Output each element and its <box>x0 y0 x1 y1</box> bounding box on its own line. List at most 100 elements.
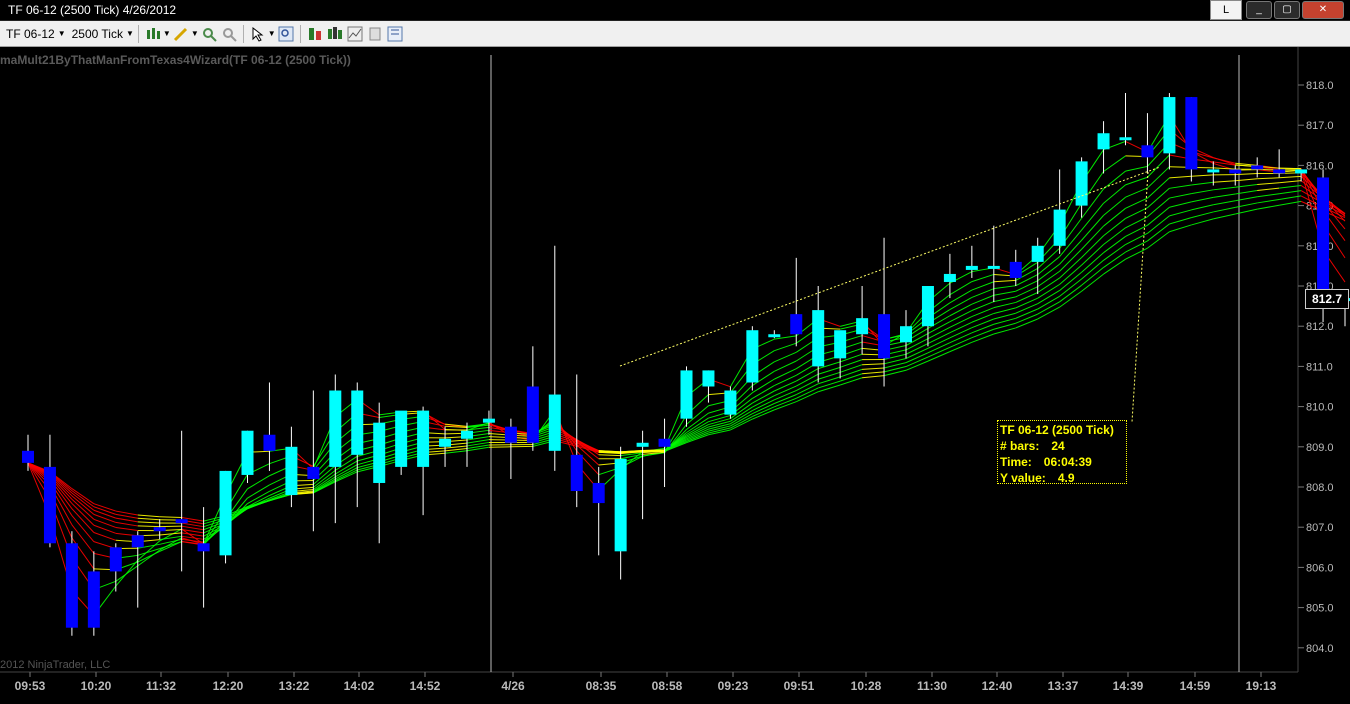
ma-ribbon-segment <box>905 347 929 359</box>
candle-body <box>526 386 539 443</box>
ma-ribbon-segment <box>774 351 797 363</box>
ma-ribbon-segment <box>115 521 138 527</box>
ma-ribbon-segment <box>115 513 138 519</box>
ma-ribbon-segment <box>1169 184 1192 189</box>
time-tick-label: 11:30 <box>917 679 947 693</box>
ma-ribbon-segment <box>949 316 973 328</box>
ma-ribbon-segment <box>949 281 973 296</box>
candle-body <box>1163 97 1176 154</box>
ma-ribbon-segment <box>971 273 994 283</box>
dropdown-arrow-icon[interactable]: ▼ <box>163 29 171 38</box>
candle-body <box>1251 165 1264 170</box>
properties-icon[interactable] <box>367 26 383 42</box>
ma-ribbon-segment <box>1213 193 1236 198</box>
ma-ribbon-segment <box>905 352 929 364</box>
price-chart[interactable]: 818.0817.0816.0815.0814.0813.0812.0811.0… <box>0 47 1350 704</box>
ma-ribbon-segment <box>949 341 973 353</box>
ma-ribbon-segment <box>598 454 621 457</box>
ma-ribbon-segment <box>181 525 204 531</box>
ma-ribbon-segment <box>642 450 665 453</box>
find-icon[interactable] <box>278 26 294 42</box>
candle-body <box>658 438 671 447</box>
ma-ribbon-segment <box>1213 186 1236 191</box>
data-box-icon[interactable] <box>307 26 323 42</box>
ma-ribbon-segment <box>1213 213 1236 220</box>
time-tick-label: 11:32 <box>146 679 176 693</box>
ma-ribbon-segment <box>1213 180 1236 183</box>
bar-type-icon[interactable] <box>145 26 161 42</box>
ma-ribbon-segment <box>159 541 182 550</box>
price-tick-label: 810.0 <box>1306 402 1334 414</box>
price-tick-label: 804.0 <box>1306 643 1334 655</box>
maximize-button[interactable]: ▢ <box>1274 1 1300 19</box>
templates-icon[interactable] <box>387 26 403 42</box>
ma-ribbon-segment <box>1103 258 1126 275</box>
candle-body <box>834 330 847 359</box>
price-tick-label: 816.0 <box>1306 160 1334 172</box>
zoom-out-icon[interactable] <box>221 26 237 42</box>
ma-ribbon-segment <box>1015 303 1038 314</box>
tooltip-time-label: Time: <box>1000 455 1032 469</box>
time-tick-label: 08:58 <box>652 679 683 693</box>
ma-ribbon-segment <box>1147 154 1170 178</box>
ma-ribbon-segment <box>1191 174 1214 177</box>
minimize-button[interactable]: _ <box>1246 1 1272 19</box>
ma-ribbon-segment <box>862 375 885 379</box>
zoom-in-icon[interactable] <box>201 26 217 42</box>
candle-body <box>1141 145 1154 158</box>
candle-body <box>1119 137 1132 141</box>
ma-ribbon-segment <box>1103 236 1126 254</box>
indicators-icon[interactable] <box>347 26 363 42</box>
ma-ribbon-segment <box>1169 224 1192 233</box>
candle-body <box>1097 133 1110 150</box>
candle-body <box>1075 161 1088 206</box>
ma-ribbon-segment <box>993 301 1016 309</box>
candle-body <box>1053 209 1066 246</box>
price-tick-label: 818.0 <box>1306 80 1334 92</box>
ma-ribbon-segment <box>1037 295 1060 310</box>
tooltip-y-label: Y value: <box>1000 471 1046 485</box>
ma-ribbon-segment <box>1037 306 1060 320</box>
strategies-icon[interactable] <box>327 26 343 42</box>
ma-ribbon-segment <box>1037 270 1060 288</box>
drawing-tool-icon[interactable] <box>173 26 189 42</box>
cursor-icon[interactable] <box>250 26 266 42</box>
dropdown-arrow-icon[interactable]: ▼ <box>191 29 199 38</box>
instrument-selector[interactable]: TF 06-12 ▼ <box>6 27 66 41</box>
copyright-text: 2012 NinjaTrader, LLC <box>0 659 111 671</box>
window-title: TF 06-12 (2500 Tick) 4/26/2012 <box>8 3 177 17</box>
toolbar-divider <box>299 24 301 43</box>
ma-ribbon-segment <box>1015 318 1038 329</box>
ma-ribbon-segment <box>1037 290 1060 305</box>
ma-ribbon-segment <box>993 290 1016 296</box>
ma-ribbon-segment <box>949 310 973 323</box>
ma-ribbon-segment <box>1257 177 1280 180</box>
dropdown-arrow-icon: ▼ <box>125 29 134 38</box>
ma-ribbon-segment <box>949 327 973 339</box>
time-tick-label: 10:20 <box>81 679 112 693</box>
ma-ribbon-segment <box>137 514 160 518</box>
tooltip-bars-label: # bars: <box>1000 439 1040 453</box>
ma-ribbon-segment <box>137 525 160 528</box>
time-tick-label: 09:23 <box>718 679 749 693</box>
candle-body <box>482 418 495 423</box>
candle-body <box>987 265 1000 269</box>
ma-ribbon-segment <box>1169 193 1192 199</box>
dropdown-arrow-icon[interactable]: ▼ <box>268 29 276 38</box>
candle-body <box>900 326 912 343</box>
interval-selector[interactable]: 2500 Tick ▼ <box>72 27 134 41</box>
link-button[interactable]: L <box>1210 0 1242 20</box>
ma-ribbon-segment <box>905 356 929 367</box>
price-tick-label: 807.0 <box>1306 522 1334 534</box>
ma-ribbon-segment <box>927 351 951 362</box>
ma-ribbon-segment <box>159 516 182 518</box>
close-button[interactable]: ✕ <box>1302 1 1344 19</box>
ma-ribbon-segment <box>949 332 973 344</box>
candle-body <box>87 571 100 628</box>
time-tick-label: 14:52 <box>410 679 441 693</box>
ma-ribbon-segment <box>1257 187 1280 192</box>
candle-body <box>109 547 122 572</box>
time-tick-label: 12:40 <box>982 679 1013 693</box>
ma-ribbon-segment <box>862 363 885 366</box>
ma-ribbon-segment <box>927 342 951 354</box>
